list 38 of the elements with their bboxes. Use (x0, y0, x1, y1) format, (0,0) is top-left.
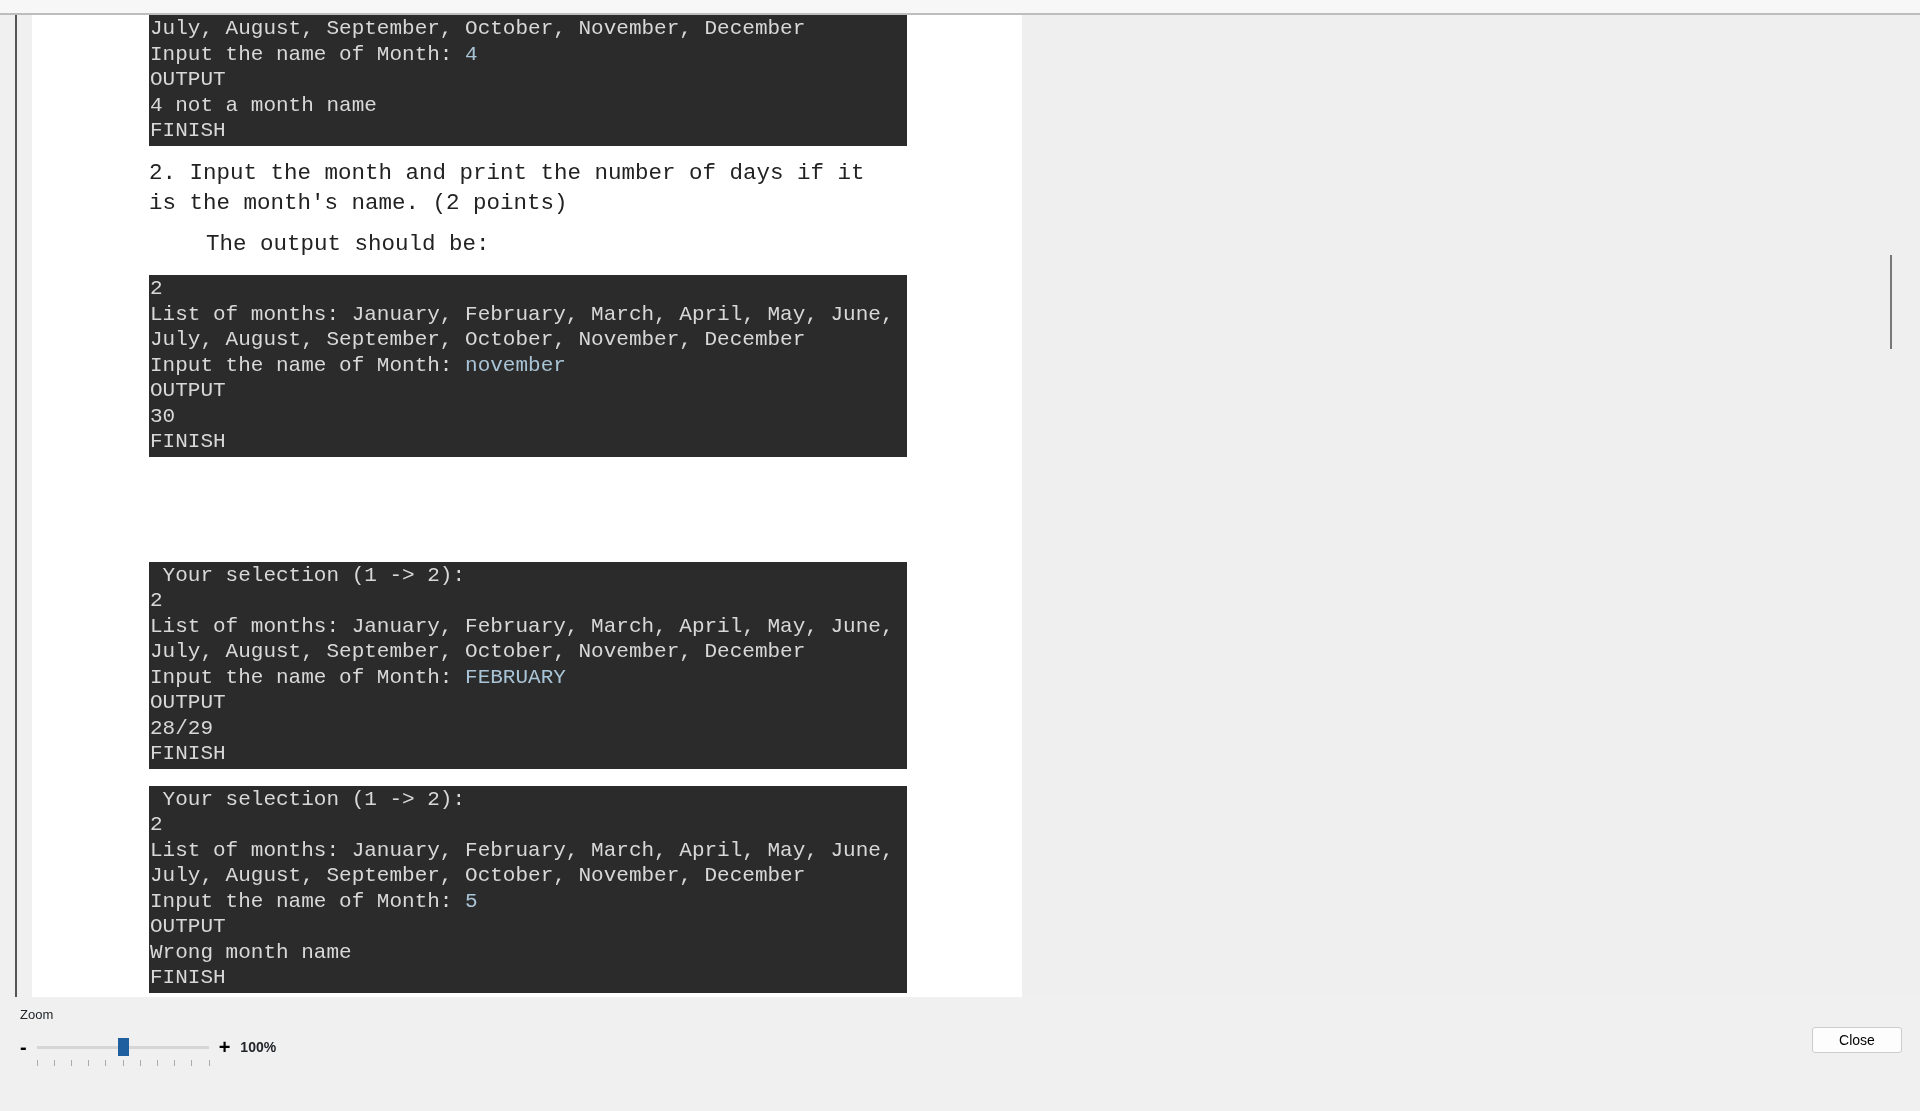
console-line: Wrong month name (150, 939, 352, 966)
console-line: FINISH (150, 965, 226, 991)
console-line: Input the name of Month: 5 (150, 888, 478, 915)
console-line: OUTPUT (150, 690, 226, 716)
console-line: FINISH (150, 429, 226, 455)
console-line: July, August, September, October, November, December (150, 16, 806, 42)
zoom-label: Zoom (20, 1006, 54, 1024)
slider-thumb[interactable] (117, 1038, 129, 1056)
close-button[interactable]: Close (1812, 1027, 1902, 1053)
zoom-out-button[interactable]: - (20, 1037, 27, 1057)
console-line: 28/29 (150, 715, 213, 742)
console-line: July, August, September, October, November, December (150, 863, 806, 889)
console-line: Your selection (1 -> 2): (161, 786, 466, 813)
console-line: 2 (150, 812, 163, 838)
console-line: OUTPUT (150, 67, 226, 93)
console-line: Your selection (1 -> 2): (161, 562, 466, 589)
scrollbar-thumb[interactable] (1890, 255, 1892, 349)
console-line: List of months: January, February, March, April, May, June, (150, 837, 894, 864)
zoom-value: 100% (240, 1037, 277, 1057)
console-line: OUTPUT (150, 378, 226, 404)
instruction-text: The output should be: (206, 229, 491, 259)
console-line: 2 (150, 588, 163, 614)
question-text: 2. Input the month and print the number of days if it is the month's name. (2 points) (149, 158, 866, 218)
console-line: Input the name of Month: 4 (150, 41, 478, 67)
zoom-in-button[interactable]: + (218, 1037, 231, 1057)
console-line: FINISH (150, 118, 226, 144)
console-line: July, August, September, October, November, December (150, 327, 806, 353)
console-line: 30 (150, 403, 176, 430)
console-line: Input the name of Month: FEBRUARY (150, 664, 566, 691)
console-line: 4 not a month name (150, 92, 377, 118)
console-line: List of months: January, February, March, April, May, June, (150, 613, 894, 640)
console-line: List of months: January, February, March, April, May, June, (150, 301, 894, 328)
console-line: OUTPUT (150, 914, 226, 940)
console-line: FINISH (150, 741, 226, 767)
zoom-slider[interactable] (36, 1036, 209, 1067)
console-line: Input the name of Month: november (150, 352, 566, 379)
console-line: 2 (150, 276, 163, 302)
console-line: July, August, September, October, November, December (150, 639, 806, 665)
